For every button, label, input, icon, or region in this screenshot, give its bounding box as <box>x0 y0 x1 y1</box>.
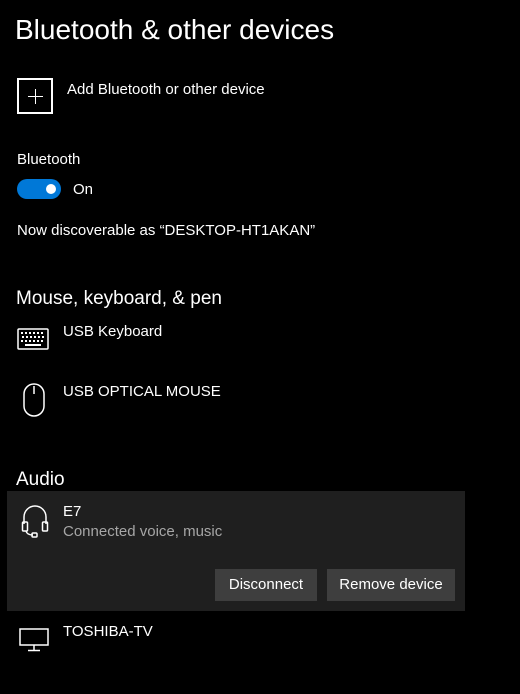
keyboard-icon <box>17 328 49 355</box>
monitor-icon <box>19 628 49 657</box>
discoverable-text: Now discoverable as “DESKTOP-HT1AKAN” <box>17 222 316 239</box>
bluetooth-toggle[interactable] <box>17 179 61 199</box>
settings-page: Bluetooth & other devices Add Bluetooth … <box>0 0 520 694</box>
device-toshiba-tv[interactable]: TOSHIBA-TV <box>7 618 465 658</box>
device-name: TOSHIBA-TV <box>63 623 153 640</box>
bluetooth-label: Bluetooth <box>17 151 81 168</box>
toggle-knob <box>46 184 56 194</box>
headset-icon <box>21 504 49 543</box>
device-usb-keyboard[interactable]: USB Keyboard <box>7 318 465 364</box>
disconnect-button[interactable]: Disconnect <box>215 569 317 601</box>
add-device-label: Add Bluetooth or other device <box>67 81 265 98</box>
section-heading-audio: Audio <box>16 469 65 490</box>
device-usb-optical-mouse[interactable]: USB OPTICAL MOUSE <box>7 376 465 422</box>
section-heading-mouse-keyboard-pen: Mouse, keyboard, & pen <box>16 288 222 309</box>
remove-device-button[interactable]: Remove device <box>327 569 455 601</box>
device-name: E7 <box>63 503 82 520</box>
mouse-icon <box>23 383 45 422</box>
add-device-button[interactable]: Add Bluetooth or other device <box>17 78 317 120</box>
device-name: USB OPTICAL MOUSE <box>63 383 221 400</box>
device-name: USB Keyboard <box>63 323 163 340</box>
device-status: Connected voice, music <box>63 523 223 540</box>
page-title: Bluetooth & other devices <box>15 14 335 45</box>
bluetooth-toggle-state: On <box>73 181 94 198</box>
device-e7-panel[interactable]: E7 Connected voice, music Disconnect Rem… <box>7 491 465 611</box>
plus-icon <box>17 78 53 114</box>
